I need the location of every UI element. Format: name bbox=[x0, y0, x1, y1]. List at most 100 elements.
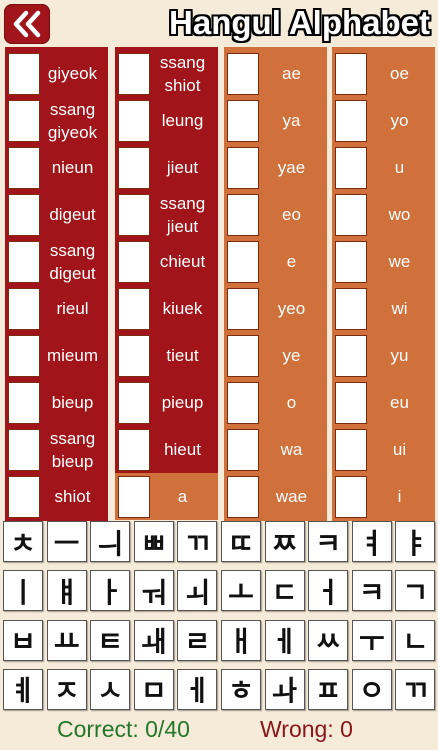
hangul-letter-tile[interactable]: ㅙ bbox=[133, 619, 174, 661]
drop-box[interactable] bbox=[227, 381, 259, 424]
drop-box[interactable] bbox=[118, 240, 150, 283]
answer-slot[interactable]: chieut bbox=[118, 238, 215, 285]
answer-slot[interactable]: o bbox=[227, 379, 324, 426]
answer-slot[interactable]: eo bbox=[227, 191, 324, 238]
hangul-letter-tile[interactable]: ㅜ bbox=[351, 619, 392, 661]
drop-box[interactable] bbox=[335, 240, 367, 283]
drop-box[interactable] bbox=[335, 287, 367, 330]
answer-slot[interactable]: wae bbox=[227, 473, 324, 520]
answer-slot[interactable]: ya bbox=[227, 97, 324, 144]
answer-slot[interactable]: rieul bbox=[8, 285, 105, 332]
drop-box[interactable] bbox=[118, 287, 150, 330]
hangul-letter-tile[interactable]: ㅇ bbox=[351, 668, 392, 710]
answer-slot[interactable]: yu bbox=[335, 332, 432, 379]
drop-box[interactable] bbox=[335, 52, 367, 95]
hangul-letter-tile[interactable]: ㅒ bbox=[46, 570, 87, 612]
answer-slot[interactable]: shiot bbox=[8, 473, 105, 520]
drop-box[interactable] bbox=[335, 475, 367, 518]
drop-box[interactable] bbox=[118, 146, 150, 189]
drop-box[interactable] bbox=[335, 428, 367, 471]
answer-slot[interactable]: ssang giyeok bbox=[8, 97, 105, 144]
drop-box[interactable] bbox=[8, 99, 40, 142]
hangul-letter-tile[interactable]: ㅌ bbox=[90, 619, 131, 661]
answer-slot[interactable]: a bbox=[115, 473, 218, 520]
answer-slot[interactable]: tieut bbox=[118, 332, 215, 379]
hangul-letter-tile[interactable]: ㅎ bbox=[220, 668, 261, 710]
answer-slot[interactable]: ye bbox=[227, 332, 324, 379]
hangul-letter-tile[interactable]: ㅖ bbox=[3, 668, 43, 710]
drop-box[interactable] bbox=[335, 334, 367, 377]
hangul-letter-tile[interactable]: ㅋ bbox=[351, 570, 392, 612]
answer-slot[interactable]: yeo bbox=[227, 285, 324, 332]
drop-box[interactable] bbox=[8, 381, 40, 424]
answer-slot[interactable]: bieup bbox=[8, 379, 105, 426]
hangul-letter-tile[interactable]: ㅛ bbox=[46, 619, 87, 661]
answer-slot[interactable]: ssang jieut bbox=[118, 191, 215, 238]
hangul-letter-tile[interactable]: ㅝ bbox=[133, 570, 174, 612]
answer-slot[interactable]: nieun bbox=[8, 144, 105, 191]
hangul-letter-tile[interactable]: ㅆ bbox=[308, 619, 349, 661]
drop-box[interactable] bbox=[227, 475, 259, 518]
hangul-letter-tile[interactable]: ㅂ bbox=[3, 619, 43, 661]
drop-box[interactable] bbox=[118, 475, 150, 518]
hangul-letter-tile[interactable]: ㅅ bbox=[90, 668, 131, 710]
drop-box[interactable] bbox=[227, 287, 259, 330]
answer-slot[interactable]: wi bbox=[335, 285, 432, 332]
drop-box[interactable] bbox=[227, 240, 259, 283]
hangul-letter-tile[interactable]: ㅣ bbox=[3, 570, 43, 612]
hangul-letter-tile[interactable]: ㅔ bbox=[177, 668, 218, 710]
hangul-letter-tile[interactable]: ㅏ bbox=[90, 570, 131, 612]
hangul-letter-tile[interactable]: ㄸ bbox=[220, 521, 261, 562]
answer-slot[interactable]: eu bbox=[335, 379, 432, 426]
drop-box[interactable] bbox=[8, 52, 40, 95]
answer-slot[interactable]: oe bbox=[335, 50, 432, 97]
hangul-letter-tile[interactable]: ㄹ bbox=[177, 619, 218, 661]
drop-box[interactable] bbox=[227, 193, 259, 236]
hangul-letter-tile[interactable]: ㅋ bbox=[308, 521, 349, 562]
drop-box[interactable] bbox=[335, 146, 367, 189]
back-button[interactable] bbox=[4, 4, 50, 44]
hangul-letter-tile[interactable]: ㄷ bbox=[264, 570, 305, 612]
answer-slot[interactable]: ssang shiot bbox=[118, 50, 215, 97]
answer-slot[interactable]: leung bbox=[118, 97, 215, 144]
drop-box[interactable] bbox=[335, 193, 367, 236]
drop-box[interactable] bbox=[227, 334, 259, 377]
hangul-letter-tile[interactable]: ㅃ bbox=[133, 521, 174, 562]
hangul-letter-tile[interactable]: ㅍ bbox=[308, 668, 349, 710]
answer-slot[interactable]: kiuek bbox=[118, 285, 215, 332]
hangul-letter-tile[interactable]: ㄴ bbox=[395, 619, 436, 661]
hangul-letter-tile[interactable]: ㅓ bbox=[308, 570, 349, 612]
answer-slot[interactable]: ui bbox=[335, 426, 432, 473]
hangul-letter-tile[interactable]: ㅚ bbox=[177, 570, 218, 612]
drop-box[interactable] bbox=[8, 475, 40, 518]
answer-slot[interactable]: yae bbox=[227, 144, 324, 191]
answer-slot[interactable]: pieup bbox=[118, 379, 215, 426]
drop-box[interactable] bbox=[8, 193, 40, 236]
drop-box[interactable] bbox=[8, 146, 40, 189]
answer-slot[interactable]: wo bbox=[335, 191, 432, 238]
answer-slot[interactable]: digeut bbox=[8, 191, 105, 238]
drop-box[interactable] bbox=[227, 146, 259, 189]
hangul-letter-tile[interactable]: ㅢ bbox=[90, 521, 131, 562]
hangul-letter-tile[interactable]: ㅘ bbox=[264, 668, 305, 710]
hangul-letter-tile[interactable]: ㅡ bbox=[46, 521, 87, 562]
drop-box[interactable] bbox=[8, 334, 40, 377]
hangul-letter-tile[interactable]: ㄱ bbox=[395, 570, 436, 612]
answer-slot[interactable]: i bbox=[335, 473, 432, 520]
hangul-letter-tile[interactable]: ㅐ bbox=[220, 619, 261, 661]
hangul-letter-tile[interactable]: ㅈ bbox=[46, 668, 87, 710]
hangul-letter-tile[interactable]: ㅉ bbox=[264, 521, 305, 562]
hangul-letter-tile[interactable]: ㅔ bbox=[264, 619, 305, 661]
answer-slot[interactable]: ae bbox=[227, 50, 324, 97]
drop-box[interactable] bbox=[118, 52, 150, 95]
hangul-letter-tile[interactable]: ㅊ bbox=[3, 521, 43, 562]
drop-box[interactable] bbox=[118, 193, 150, 236]
drop-box[interactable] bbox=[227, 99, 259, 142]
answer-slot[interactable]: wa bbox=[227, 426, 324, 473]
answer-slot[interactable]: we bbox=[335, 238, 432, 285]
answer-slot[interactable]: u bbox=[335, 144, 432, 191]
drop-box[interactable] bbox=[8, 428, 40, 471]
drop-box[interactable] bbox=[335, 381, 367, 424]
drop-box[interactable] bbox=[335, 99, 367, 142]
hangul-letter-tile[interactable]: ㅑ bbox=[395, 521, 436, 562]
